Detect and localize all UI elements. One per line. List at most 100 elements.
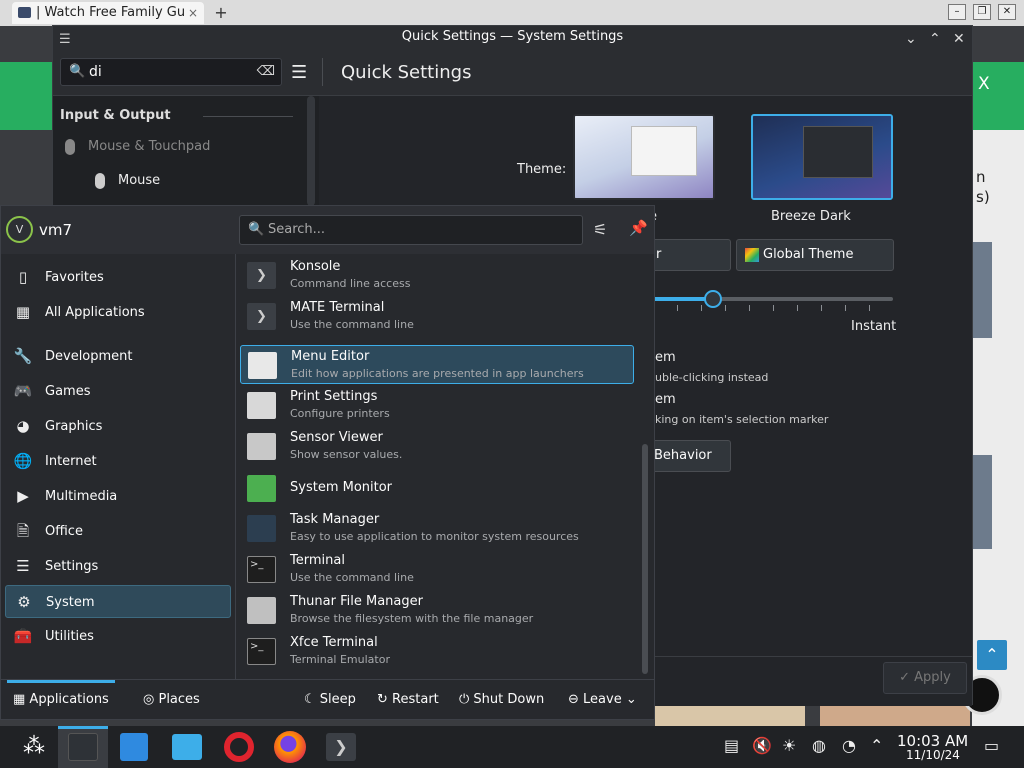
browser-minimize-button[interactable]: – [948,4,966,20]
webpage-thumbnail[interactable] [972,455,992,549]
leave-button[interactable]: ⊖ Leave ⌄ [568,692,637,707]
app-item-task-manager[interactable]: Task Manager Easy to use application to m… [240,509,634,548]
app-name: System Monitor [290,480,393,495]
app-item-mate-terminal[interactable]: ❯ MATE Terminal Use the command line [240,297,634,336]
app-list-scrollbar[interactable] [642,444,648,674]
configure-launcher-icon[interactable]: ⚟ [593,220,607,239]
chevron-down-icon[interactable]: ⌄ [905,28,917,50]
app-description: Terminal Emulator [290,653,390,666]
leave-icon: ⊖ [568,692,584,707]
gamepad-icon: 🎮 [13,382,33,400]
app-name: Thunar File Manager [290,594,423,609]
app-item-menu-editor[interactable]: Menu Editor Edit how applications are pre… [240,345,634,384]
app-launcher-icon[interactable]: ⁂ [18,731,50,763]
app-item-konsole[interactable]: ❯ Konsole Command line access [240,256,634,295]
category-label: Favorites [45,270,104,285]
restart-icon: ↻ [377,692,393,707]
global-theme-button[interactable]: Global Theme [736,239,894,271]
theme-card-breeze-dark[interactable] [751,114,893,200]
app-description: Show sensor values. [290,448,403,461]
app-name: Menu Editor [291,349,370,364]
click-option-title[interactable]: em [655,392,676,407]
category-all-applications[interactable]: ▦ All Applications [5,296,231,329]
chevron-up-icon[interactable]: ⌃ [870,736,883,755]
tab-applications[interactable]: ▦ Applications [13,692,109,707]
clock-date[interactable]: 11/10/24 [906,748,960,762]
category-development[interactable]: 🔧 Development [5,340,231,373]
category-graphics[interactable]: ◕ Graphics [5,410,231,443]
category-office[interactable]: 🗎 Office [5,515,231,548]
banner-close-button[interactable]: X [978,74,990,94]
firefox-icon[interactable] [274,731,306,763]
launcher-footer: ▦ Applications ◎ Places ☾ Sleep ↻ Restar… [1,679,654,719]
chevron-up-icon[interactable]: ⌃ [929,28,941,50]
category-games[interactable]: 🎮 Games [5,375,231,408]
show-desktop-icon[interactable]: ▭ [984,736,999,755]
app-name: Konsole [290,259,341,274]
sidebar-scrollbar[interactable] [307,96,315,206]
category-favorites[interactable]: ▯ Favorites [5,261,231,294]
app-item-thunar-file-manager[interactable]: Thunar File Manager Browse the filesystem… [240,591,634,630]
theme-card-breeze[interactable] [573,114,715,200]
shut-down-button[interactable]: ⏻ Shut Down [459,692,544,707]
terminal-icon[interactable]: ❯ [326,733,356,761]
system-settings-taskbar-icon[interactable] [68,733,98,761]
tab-places[interactable]: ◎ Places [143,692,200,707]
app-item-xfce-terminal[interactable]: >_ Xfce Terminal Terminal Emulator [240,632,634,671]
app-item-system-monitor[interactable]: System Monitor [240,469,634,508]
new-tab-button[interactable]: + [210,4,232,22]
theme-options-button[interactable]: r [651,239,731,271]
browser-close-button[interactable]: ✕ [998,4,1016,20]
category-utilities[interactable]: 🧰 Utilities [5,620,231,653]
check-icon: ✓ [899,670,915,685]
apply-label: Apply [914,670,951,685]
update-icon[interactable]: ◔ [842,736,856,755]
apply-button[interactable]: ✓ Apply [883,662,967,694]
hamburger-menu-button[interactable]: ☰ [291,62,307,83]
category-system[interactable]: ⚙ System [5,585,231,618]
category-label: Office [45,524,83,539]
app-item-print-settings[interactable]: Print Settings Configure printers [240,386,634,425]
pin-icon[interactable]: 📌 [629,219,648,237]
browser-maximize-button[interactable]: ❐ [973,4,991,20]
search-icon: 🔍 [69,64,86,79]
brightness-icon[interactable]: ☀ [782,736,796,755]
close-icon[interactable]: ✕ [953,28,965,50]
webpage-thumbnail[interactable] [972,242,992,338]
volume-muted-icon[interactable]: 🔇 [752,736,772,755]
settings-search-input[interactable]: 🔍 di ⌫ [60,58,282,86]
system-monitor-icon [247,475,276,502]
toolbox-icon: 🧰 [13,627,33,645]
sidebar-item-mouse-touchpad[interactable]: Mouse & Touchpad [88,139,210,154]
clear-search-icon[interactable]: ⌫ [257,59,275,85]
taskbar-active-indicator [58,726,108,729]
store-icon[interactable] [120,733,148,761]
tab-close-icon[interactable]: × [188,2,198,24]
category-settings[interactable]: ☰ Settings [5,550,231,583]
site-favicon-icon [18,7,31,18]
document-icon: 🗎 [16,522,30,540]
clipboard-icon[interactable]: ▤ [724,736,739,755]
wrench-icon: 🔧 [13,347,33,365]
category-label: Graphics [45,419,103,434]
folder-icon[interactable] [172,734,202,760]
file-manager-icon [247,597,276,624]
sidebar-item-mouse[interactable]: Mouse [118,173,160,188]
category-internet[interactable]: 🌐 Internet [5,445,231,478]
category-multimedia[interactable]: ▶ Multimedia [5,480,231,513]
grid-icon: ▦ [15,303,31,321]
application-list: ❯ Konsole Command line access ❯ MATE Termina… [239,254,637,682]
click-option-title[interactable]: em [655,350,676,365]
restart-button[interactable]: ↻ Restart [377,692,439,707]
network-icon[interactable]: ◍ [812,736,826,755]
bookmark-icon: ▯ [18,268,28,286]
avatar[interactable]: V [6,216,33,243]
app-item-sensor-viewer[interactable]: Sensor Viewer Show sensor values. [240,427,634,466]
scroll-to-top-button[interactable]: ⌃ [977,640,1007,670]
sleep-button[interactable]: ☾ Sleep [304,692,356,707]
opera-icon[interactable] [224,732,254,762]
browser-tab[interactable]: | Watch Free Family Gu × [12,2,204,24]
app-item-terminal[interactable]: >_ Terminal Use the command line [240,550,634,589]
sidebar-heading-rule [203,116,293,117]
launcher-search-input[interactable]: 🔍 Search... [239,215,583,245]
